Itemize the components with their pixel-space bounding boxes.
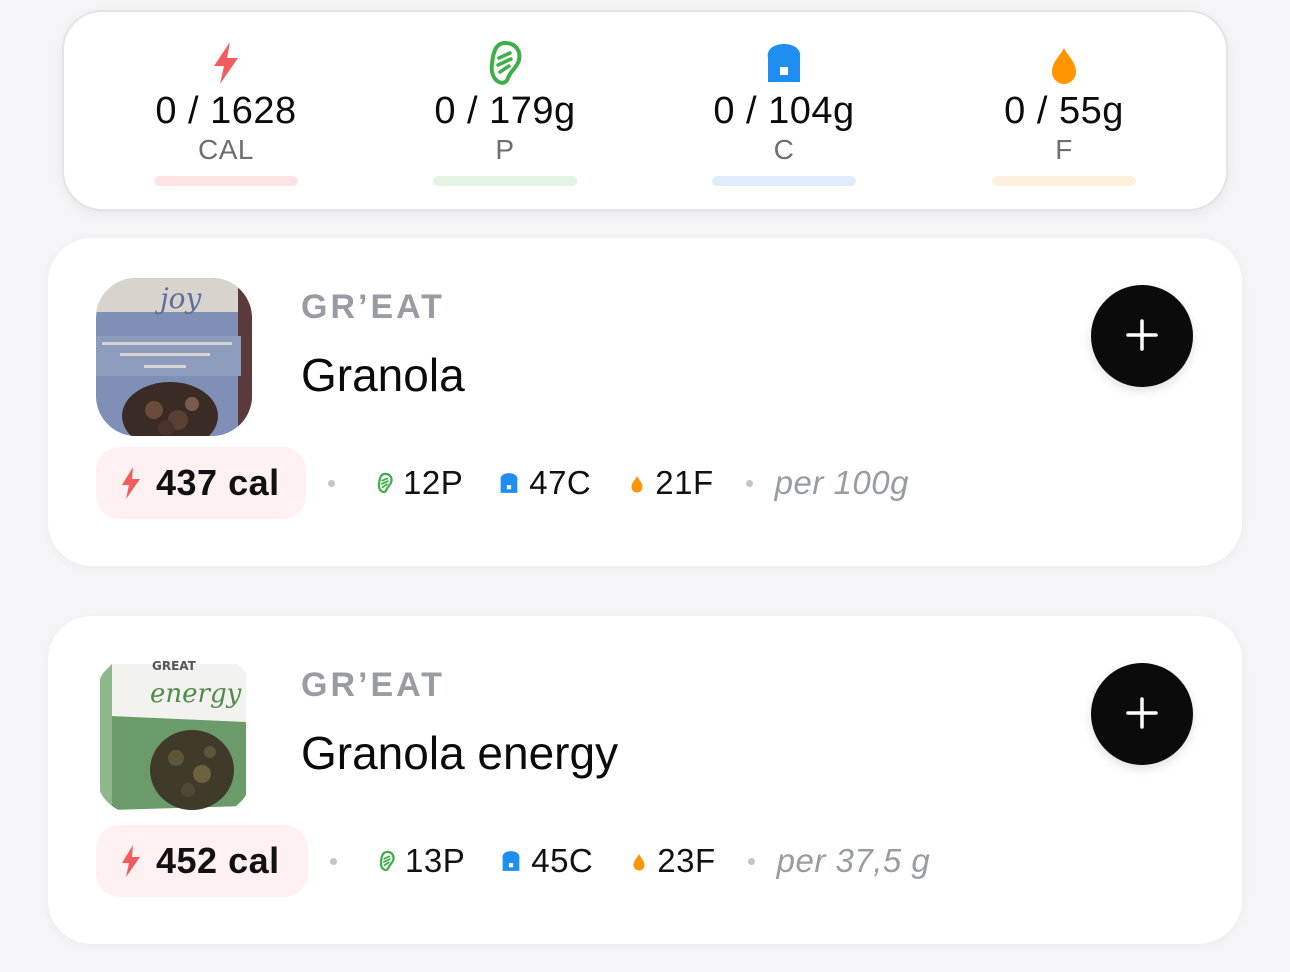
bread-icon: [762, 40, 806, 86]
fat-value: 0 / 55g: [1004, 90, 1124, 132]
fat-label: F: [1055, 134, 1073, 165]
plus-icon: [1126, 696, 1158, 729]
carbs-progress-bar: [712, 176, 856, 186]
protein-info: 12P: [375, 464, 463, 502]
drop-icon: [631, 476, 643, 493]
serving-size: per 100g: [774, 464, 909, 501]
fat-info: 21F: [627, 464, 713, 502]
fat-summary: 0 / 55g F: [924, 12, 1204, 212]
calories-progress-bar: [154, 176, 298, 186]
fat-text: 21F: [655, 464, 714, 501]
calories-summary: 0 / 1628 CAL: [86, 12, 366, 212]
carbs-info: 45C: [499, 842, 593, 880]
calories-badge: 452 cal: [96, 825, 308, 897]
carbs-value: 0 / 104g: [713, 90, 855, 132]
carbs-text: 47C: [529, 464, 592, 501]
plus-icon: [1126, 318, 1158, 351]
calories-label: CAL: [198, 134, 254, 165]
carbs-text: 45C: [531, 842, 594, 879]
carbs-info: 47C: [497, 464, 591, 502]
protein-label: P: [495, 134, 515, 165]
add-food-button[interactable]: [1091, 285, 1193, 387]
protein-value: 0 / 179g: [434, 90, 576, 132]
nutrient-row: 12P 47C 21F per 100g: [328, 447, 909, 519]
fat-info: 23F: [629, 842, 715, 880]
protein-progress-bar: [433, 176, 577, 186]
separator-dot: [745, 479, 753, 487]
food-card[interactable]: joy GR’EAT Granola 437 cal 12P 47C 21F p…: [48, 238, 1242, 566]
calories-text: 437 cal: [156, 462, 280, 503]
daily-macros-summary: 0 / 1628 CAL 0 / 179g P 0 / 104g C 0 / 5…: [62, 10, 1228, 211]
svg-text:GREAT: GREAT: [152, 659, 197, 673]
carbs-label: C: [773, 134, 795, 165]
food-brand: GR’EAT: [301, 288, 445, 326]
calories-value: 0 / 1628: [155, 90, 297, 132]
food-thumbnail: joy: [96, 278, 252, 436]
package-text: joy: [154, 282, 203, 315]
food-name: Granola energy: [301, 727, 619, 779]
bolt-icon: [122, 467, 140, 499]
separator-dot: [747, 857, 755, 865]
protein-text: 13P: [405, 842, 466, 879]
nutrient-row: 13P 45C 23F per 37,5 g: [330, 825, 930, 897]
bread-icon: [500, 473, 518, 493]
food-brand: GR’EAT: [301, 666, 445, 704]
meat-icon: [379, 850, 395, 872]
package-text: energy: [150, 679, 242, 709]
fat-text: 23F: [657, 842, 716, 879]
bread-icon: [502, 851, 520, 871]
calories-text: 452 cal: [156, 840, 280, 881]
food-thumbnail: GREAT energy: [96, 656, 252, 814]
protein-text: 12P: [403, 464, 464, 501]
protein-info: 13P: [377, 842, 465, 880]
serving-size: per 37,5 g: [776, 842, 931, 879]
meat-icon: [483, 40, 527, 86]
calories-badge: 437 cal: [96, 447, 306, 519]
carbs-summary: 0 / 104g C: [644, 12, 924, 212]
fat-progress-bar: [992, 176, 1136, 186]
bolt-icon: [204, 40, 248, 86]
add-food-button[interactable]: [1091, 663, 1193, 765]
protein-summary: 0 / 179g P: [365, 12, 645, 212]
drop-icon: [1042, 40, 1086, 86]
separator-dot: [328, 479, 335, 487]
meat-icon: [377, 472, 393, 494]
bolt-icon: [122, 845, 140, 877]
food-name: Granola: [301, 349, 465, 401]
drop-icon: [633, 854, 645, 871]
separator-dot: [330, 857, 337, 865]
food-card[interactable]: GREAT energy GR’EAT Granola energy 452 c…: [48, 616, 1242, 944]
